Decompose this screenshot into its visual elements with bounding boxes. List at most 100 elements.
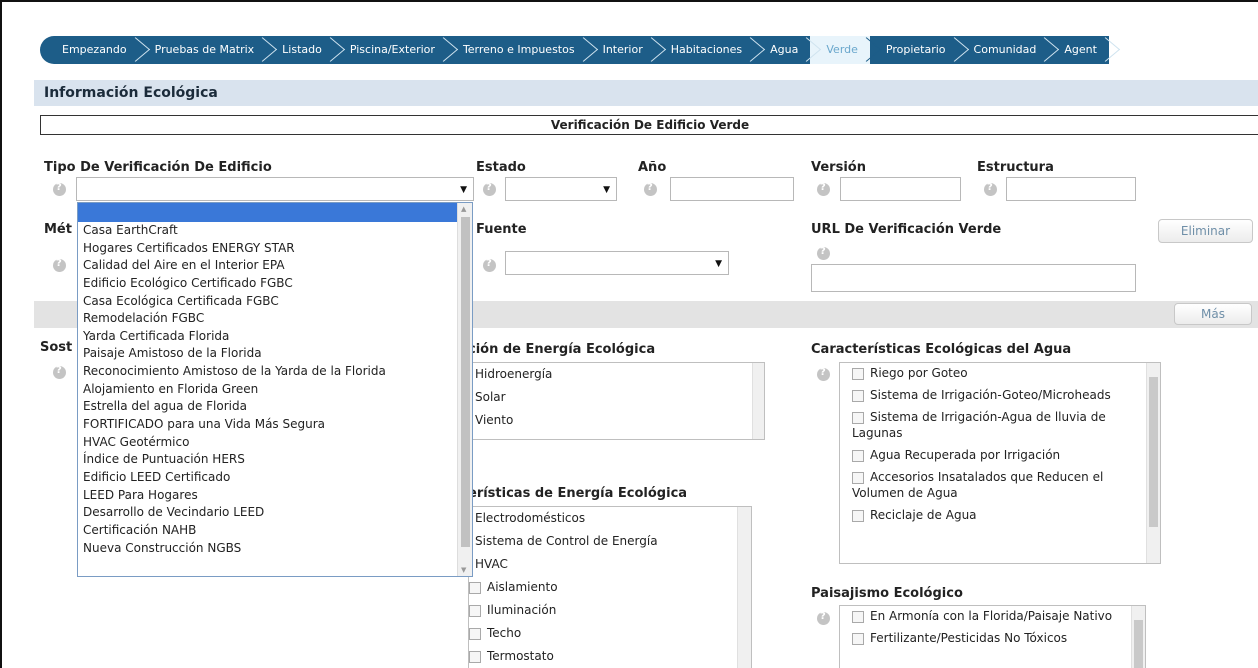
- water-features-list[interactable]: Riego por Goteo Sistema de Irrigación-Go…: [839, 362, 1161, 564]
- checkbox[interactable]: [852, 411, 864, 424]
- dropdown-selected-blank[interactable]: [78, 203, 472, 222]
- sost-label: Sost: [40, 340, 73, 355]
- list-item[interactable]: Aislamiento: [469, 576, 751, 599]
- list-item[interactable]: Viento: [469, 409, 764, 432]
- list-item[interactable]: Techo: [469, 622, 751, 645]
- list-item[interactable]: Sistema de Control de Energía: [469, 530, 751, 553]
- tab-empezando[interactable]: Empezando: [54, 36, 139, 64]
- dropdown-option[interactable]: FORTIFICADO para una Vida Más Segura: [78, 416, 472, 434]
- dropdown-option[interactable]: Calidad del Aire en el Interior EPA: [78, 257, 472, 275]
- help-icon[interactable]: [984, 182, 997, 196]
- dropdown-option[interactable]: Desarrollo de Vecindario LEED: [78, 504, 472, 522]
- checkbox[interactable]: [852, 367, 864, 380]
- checkbox[interactable]: [852, 610, 864, 623]
- checkbox[interactable]: [852, 389, 864, 402]
- estado-select[interactable]: ▼: [505, 177, 617, 201]
- dropdown-option[interactable]: Edificio Ecológico Certificado FGBC: [78, 275, 472, 293]
- list-item[interactable]: Electrodomésticos: [469, 507, 751, 530]
- list-item[interactable]: Sistema de Irrigación-Agua de lluvia de …: [840, 407, 1160, 445]
- fuente-select[interactable]: ▼: [505, 251, 729, 275]
- checkbox[interactable]: [469, 650, 481, 663]
- list-item[interactable]: Agua Recuperada por Irrigación: [840, 445, 1160, 467]
- checkbox[interactable]: [852, 449, 864, 462]
- tipo-dropdown-list[interactable]: Casa EarthCraft Hogares Certificados ENE…: [77, 202, 473, 577]
- tab-habitaciones[interactable]: Habitaciones: [655, 36, 754, 64]
- list-item[interactable]: HVAC: [469, 553, 751, 576]
- tab-comunidad[interactable]: Comunidad: [958, 36, 1049, 64]
- list-item[interactable]: Iluminación: [469, 599, 751, 622]
- dropdown-option[interactable]: Alojamiento en Florida Green: [78, 381, 472, 399]
- url-input[interactable]: [811, 264, 1136, 292]
- tab-propietario[interactable]: Propietario: [870, 36, 958, 64]
- scrollbar-thumb[interactable]: [1134, 620, 1143, 668]
- dropdown-option[interactable]: Reconocimiento Amistoso de la Yarda de l…: [78, 363, 472, 381]
- dropdown-option[interactable]: Hogares Certificados ENERGY STAR: [78, 240, 472, 258]
- scrollbar-thumb[interactable]: [1149, 377, 1158, 527]
- scrollbar[interactable]: [1146, 363, 1160, 563]
- dropdown-option[interactable]: Yarda Certificada Florida: [78, 328, 472, 346]
- tipo-select[interactable]: ▼: [76, 177, 474, 201]
- dropdown-option[interactable]: Estrella del agua de Florida: [78, 398, 472, 416]
- tab-terreno-impuestos[interactable]: Terreno e Impuestos: [447, 36, 587, 64]
- tab-pruebas-de-matrix[interactable]: Pruebas de Matrix: [139, 36, 267, 64]
- dropdown-option[interactable]: LEED Para Hogares: [78, 487, 472, 505]
- dropdown-scrollbar[interactable]: ▲ ▼: [457, 203, 472, 576]
- help-icon[interactable]: [483, 258, 496, 272]
- checkbox[interactable]: [852, 509, 864, 522]
- energy-features-list[interactable]: Electrodomésticos Sistema de Control de …: [468, 506, 752, 668]
- dropdown-option[interactable]: Índice de Puntuación HERS: [78, 451, 472, 469]
- list-item[interactable]: Accesorios Insatalados que Reducen el Vo…: [840, 467, 1160, 505]
- list-item-label: Riego por Goteo: [870, 366, 968, 380]
- tab-piscina-exterior[interactable]: Piscina/Exterior: [334, 36, 447, 64]
- checkbox[interactable]: [469, 627, 481, 640]
- scroll-up-icon[interactable]: ▲: [461, 205, 466, 213]
- list-item-label: Agua Recuperada por Irrigación: [870, 448, 1061, 462]
- scrollbar[interactable]: [737, 507, 751, 668]
- dropdown-option[interactable]: Nueva Construcción NGBS: [78, 540, 472, 558]
- dropdown-option[interactable]: Casa EarthCraft: [78, 222, 472, 240]
- url-label: URL De Verificación Verde: [811, 222, 1002, 237]
- help-icon[interactable]: [483, 182, 496, 196]
- help-icon[interactable]: [817, 367, 830, 381]
- help-icon[interactable]: [817, 182, 830, 196]
- help-icon[interactable]: [644, 182, 657, 196]
- checkbox[interactable]: [469, 581, 481, 594]
- dropdown-option[interactable]: Remodelación FGBC: [78, 310, 472, 328]
- help-icon[interactable]: [53, 258, 66, 272]
- list-item[interactable]: Fertilizante/Pesticidas No Tóxicos: [840, 628, 1145, 650]
- dropdown-option[interactable]: Edificio LEED Certificado: [78, 469, 472, 487]
- scrollbar-thumb[interactable]: [461, 217, 470, 547]
- list-item[interactable]: En Armonía con la Florida/Paisaje Nativo: [840, 606, 1145, 628]
- list-item[interactable]: Sistema de Irrigación-Goteo/Microheads: [840, 385, 1160, 407]
- checkbox[interactable]: [852, 471, 864, 484]
- list-item[interactable]: Hidroenergía: [469, 363, 764, 386]
- list-item[interactable]: Solar: [469, 386, 764, 409]
- help-icon[interactable]: [53, 365, 66, 379]
- mas-button[interactable]: Más: [1174, 303, 1252, 325]
- energy-generation-list[interactable]: Hidroenergía Solar Viento: [468, 362, 765, 440]
- scrollbar[interactable]: [1131, 606, 1145, 668]
- version-input[interactable]: [840, 177, 961, 201]
- dropdown-option[interactable]: HVAC Geotérmico: [78, 434, 472, 452]
- list-item[interactable]: Termostato: [469, 645, 751, 668]
- page-frame: Empezando Pruebas de Matrix Listado Pisc…: [0, 0, 1258, 668]
- scroll-down-icon[interactable]: ▼: [461, 566, 466, 574]
- scrollbar[interactable]: [752, 363, 764, 439]
- estructura-input[interactable]: [1006, 177, 1136, 201]
- help-icon[interactable]: [817, 611, 830, 625]
- list-item-label: Accesorios Insatalados que Reducen el Vo…: [852, 470, 1104, 500]
- dropdown-option[interactable]: Certificación NAHB: [78, 522, 472, 540]
- dropdown-option[interactable]: Casa Ecológica Certificada FGBC: [78, 293, 472, 311]
- anio-input[interactable]: [670, 177, 794, 201]
- checkbox[interactable]: [852, 632, 864, 645]
- help-icon[interactable]: [817, 246, 830, 260]
- section-header: Información Ecológica: [34, 80, 1258, 106]
- checkbox[interactable]: [469, 604, 481, 617]
- eliminar-button[interactable]: Eliminar: [1158, 219, 1253, 243]
- help-icon[interactable]: [53, 182, 66, 196]
- list-item[interactable]: Riego por Goteo: [840, 363, 1160, 385]
- landscaping-list[interactable]: En Armonía con la Florida/Paisaje Nativo…: [839, 605, 1146, 668]
- list-item[interactable]: Reciclaje de Agua: [840, 505, 1160, 527]
- section-title: Información Ecológica: [44, 85, 218, 101]
- dropdown-option[interactable]: Paisaje Amistoso de la Florida: [78, 345, 472, 363]
